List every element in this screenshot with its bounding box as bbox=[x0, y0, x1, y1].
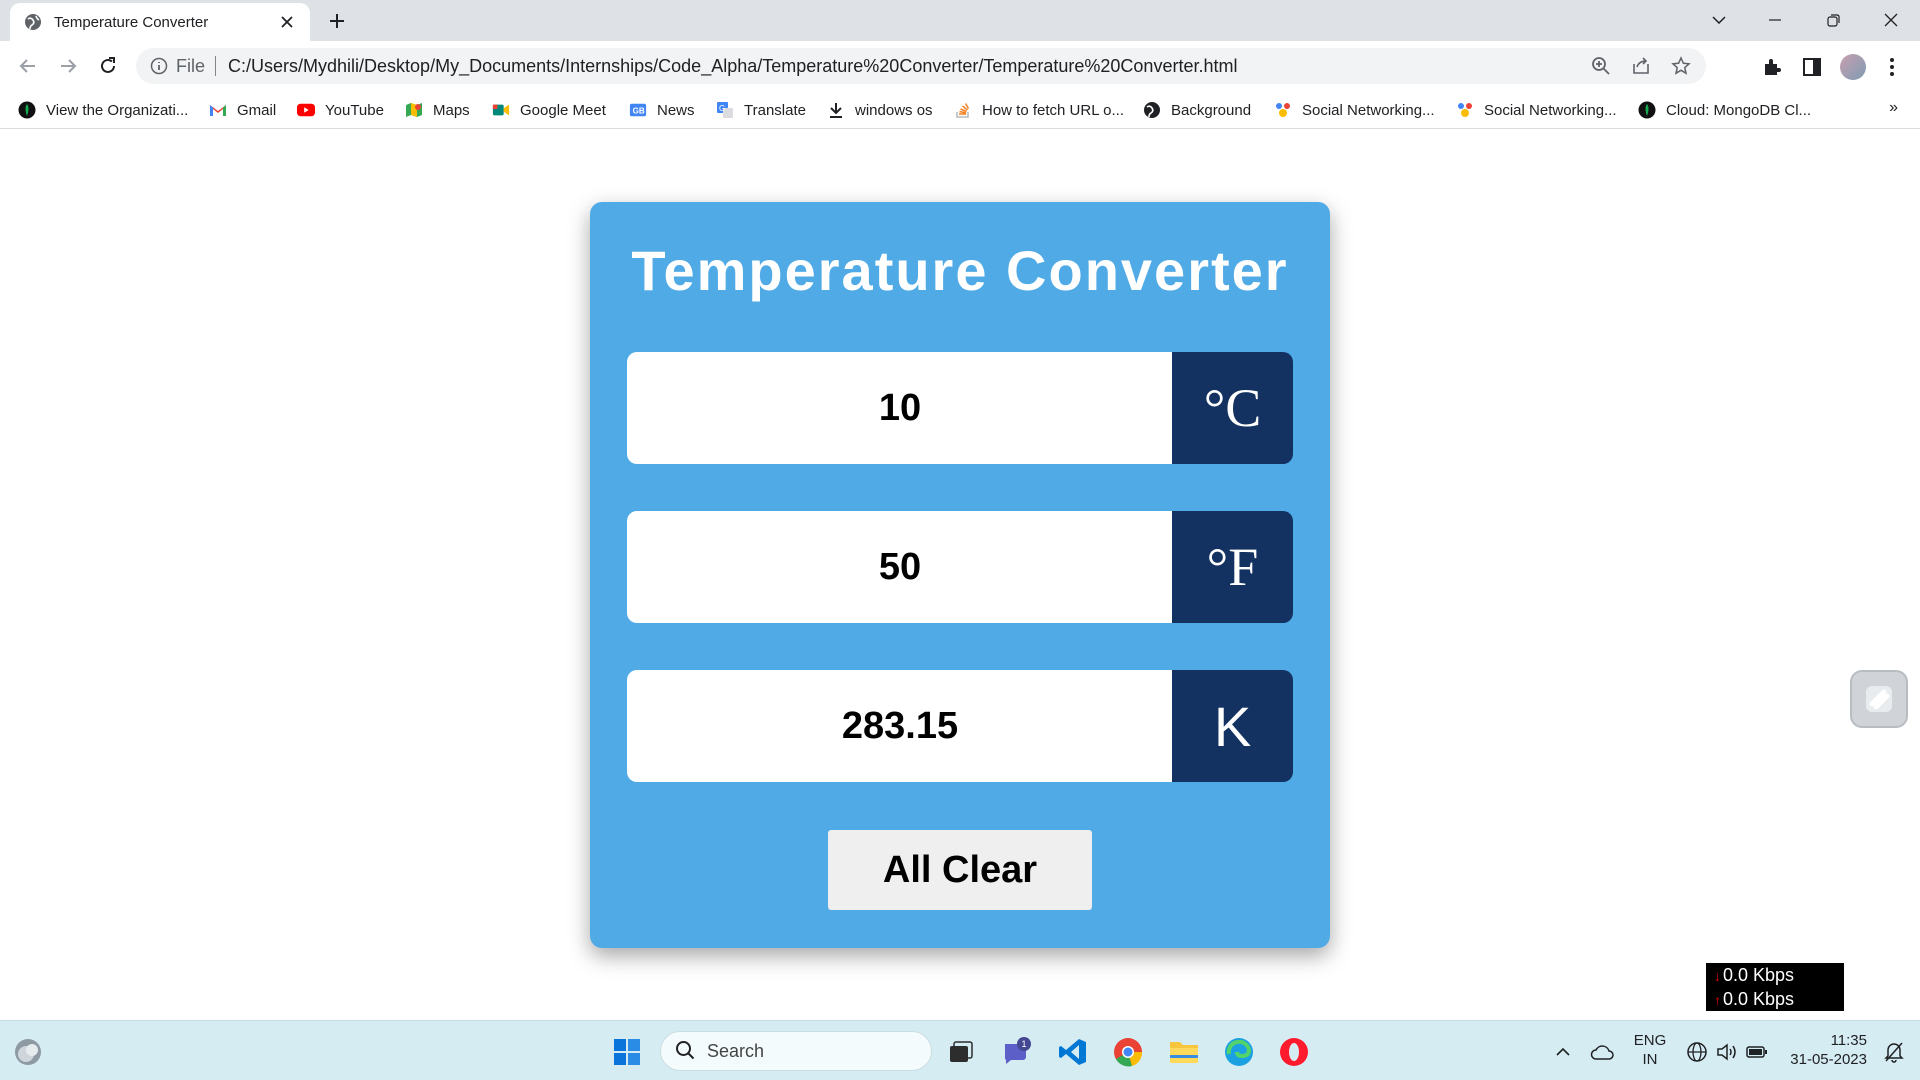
kelvin-input[interactable]: 283.15 bbox=[627, 670, 1173, 782]
globe-icon bbox=[24, 13, 42, 31]
teams-chat-icon[interactable]: 1 bbox=[997, 1032, 1037, 1072]
maps-icon bbox=[405, 101, 423, 119]
new-tab-plus-icon[interactable] bbox=[324, 8, 350, 34]
url-scheme-label: File bbox=[176, 55, 206, 76]
address-bar[interactable]: File C:/Users/Mydhili/Desktop/My_Documen… bbox=[136, 48, 1706, 84]
download-speed: ↓ 0.0 Kbps bbox=[1714, 965, 1795, 985]
taskbar-search-box[interactable]: Search bbox=[660, 1031, 932, 1071]
mongodb-leaf-icon bbox=[1638, 101, 1656, 119]
close-tab-icon[interactable] bbox=[276, 11, 298, 33]
bookmarks-overflow-icon[interactable]: » bbox=[1889, 99, 1898, 117]
windows-taskbar: Search 1 ENG IN 11:35 31-05-2023 bbox=[0, 1020, 1920, 1080]
file-explorer-icon[interactable] bbox=[1164, 1032, 1204, 1072]
tray-chevron-up-icon[interactable] bbox=[1543, 1032, 1583, 1072]
celsius-input[interactable]: 10 bbox=[627, 352, 1173, 464]
info-icon[interactable] bbox=[150, 57, 168, 75]
browser-toolbar: File C:/Users/Mydhili/Desktop/My_Documen… bbox=[0, 41, 1920, 91]
youtube-icon bbox=[297, 101, 315, 119]
bookmark-news[interactable]: GB News bbox=[629, 98, 695, 122]
mongodb-leaf-icon bbox=[18, 101, 36, 119]
bookmark-cloud-mongodb[interactable]: Cloud: MongoDB Cl... bbox=[1638, 98, 1811, 122]
onedrive-cloud-icon[interactable] bbox=[1582, 1032, 1622, 1072]
floating-widget-icon[interactable] bbox=[1850, 670, 1908, 728]
notification-bell-icon[interactable] bbox=[1874, 1032, 1914, 1072]
profile-avatar[interactable] bbox=[1839, 53, 1867, 81]
svg-text:GB: GB bbox=[633, 107, 645, 116]
bookmark-view-organization[interactable]: View the Organizati... bbox=[18, 98, 188, 122]
stackoverflow-icon bbox=[954, 101, 972, 119]
upload-speed: ↑ 0.0 Kbps bbox=[1714, 989, 1795, 1009]
search-icon bbox=[675, 1040, 697, 1062]
chrome-icon[interactable] bbox=[1108, 1032, 1148, 1072]
bookmark-gmail[interactable]: Gmail bbox=[209, 98, 276, 122]
bookmark-google-meet[interactable]: Google Meet bbox=[492, 98, 606, 122]
converter-card: Temperature Converter 10 °C 50 °F 283.15… bbox=[590, 202, 1330, 948]
zoom-icon[interactable] bbox=[1590, 55, 1612, 77]
bookmark-windows-os[interactable]: windows os bbox=[827, 98, 933, 122]
bookmark-social-networking-1[interactable]: Social Networking... bbox=[1274, 98, 1435, 122]
tab-title: Temperature Converter bbox=[54, 13, 209, 31]
fahrenheit-input[interactable]: 50 bbox=[627, 511, 1173, 623]
fahrenheit-row: 50 °F bbox=[627, 511, 1293, 623]
language-indicator[interactable]: ENG IN bbox=[1628, 1031, 1672, 1069]
weather-widget-icon[interactable] bbox=[8, 1032, 48, 1072]
back-arrow-icon[interactable] bbox=[12, 50, 44, 82]
celsius-unit-label: °C bbox=[1172, 352, 1293, 464]
gmail-icon bbox=[209, 101, 227, 119]
down-arrow-icon: ↓ bbox=[1714, 968, 1721, 984]
fahrenheit-unit-label: °F bbox=[1172, 511, 1293, 623]
bookmark-youtube[interactable]: YouTube bbox=[297, 98, 384, 122]
kelvin-row: 283.15 K bbox=[627, 670, 1293, 782]
vscode-icon[interactable] bbox=[1053, 1032, 1093, 1072]
translate-icon: G bbox=[716, 101, 734, 119]
bookmark-fetch-url[interactable]: How to fetch URL o... bbox=[954, 98, 1124, 122]
social-icon bbox=[1274, 101, 1292, 119]
task-view-icon[interactable] bbox=[941, 1032, 981, 1072]
edge-icon[interactable] bbox=[1219, 1032, 1259, 1072]
share-icon[interactable] bbox=[1630, 55, 1652, 77]
svg-text:G: G bbox=[719, 104, 725, 113]
close-window-icon[interactable] bbox=[1868, 4, 1914, 36]
converter-title: Temperature Converter bbox=[631, 239, 1289, 302]
bookmark-translate[interactable]: G Translate bbox=[716, 98, 806, 122]
celsius-row: 10 °C bbox=[627, 352, 1293, 464]
reload-icon[interactable] bbox=[92, 50, 124, 82]
omnibox-divider bbox=[215, 56, 217, 76]
news-icon: GB bbox=[629, 101, 647, 119]
kebab-menu-icon[interactable] bbox=[1878, 53, 1906, 81]
clock[interactable]: 11:35 31-05-2023 bbox=[1783, 1031, 1867, 1069]
forward-arrow-icon[interactable] bbox=[52, 50, 84, 82]
url-text[interactable]: C:/Users/Mydhili/Desktop/My_Documents/In… bbox=[228, 56, 1572, 77]
search-placeholder: Search bbox=[707, 1040, 765, 1061]
social-icon bbox=[1456, 101, 1474, 119]
all-clear-button[interactable]: All Clear bbox=[828, 830, 1092, 910]
bookmark-background[interactable]: Background bbox=[1143, 98, 1251, 122]
bookmark-social-networking-2[interactable]: Social Networking... bbox=[1456, 98, 1617, 122]
bookmark-maps[interactable]: Maps bbox=[405, 98, 470, 122]
bookmarks-bar: View the Organizati... Gmail YouTube Map… bbox=[0, 91, 1920, 129]
battery-icon[interactable] bbox=[1737, 1032, 1777, 1072]
windows-start-icon[interactable] bbox=[607, 1032, 647, 1072]
svg-text:1: 1 bbox=[1022, 1039, 1027, 1049]
side-panel-icon[interactable] bbox=[1798, 53, 1826, 81]
globe-icon bbox=[1143, 101, 1161, 119]
extensions-puzzle-icon[interactable] bbox=[1758, 53, 1786, 81]
browser-tab-strip: Temperature Converter bbox=[0, 0, 1920, 41]
up-arrow-icon: ↑ bbox=[1714, 992, 1721, 1008]
download-icon bbox=[827, 101, 845, 119]
restore-icon[interactable] bbox=[1810, 4, 1856, 36]
network-speed-meter: ↓ 0.0 Kbps ↑ 0.0 Kbps bbox=[1706, 963, 1844, 1011]
kelvin-unit-label: K bbox=[1172, 670, 1293, 782]
tab-search-chevron-icon[interactable] bbox=[1696, 4, 1742, 36]
minimize-icon[interactable] bbox=[1752, 4, 1798, 36]
meet-icon bbox=[492, 101, 510, 119]
browser-tab[interactable]: Temperature Converter bbox=[10, 3, 310, 41]
opera-icon[interactable] bbox=[1274, 1032, 1314, 1072]
bookmark-star-icon[interactable] bbox=[1670, 55, 1692, 77]
